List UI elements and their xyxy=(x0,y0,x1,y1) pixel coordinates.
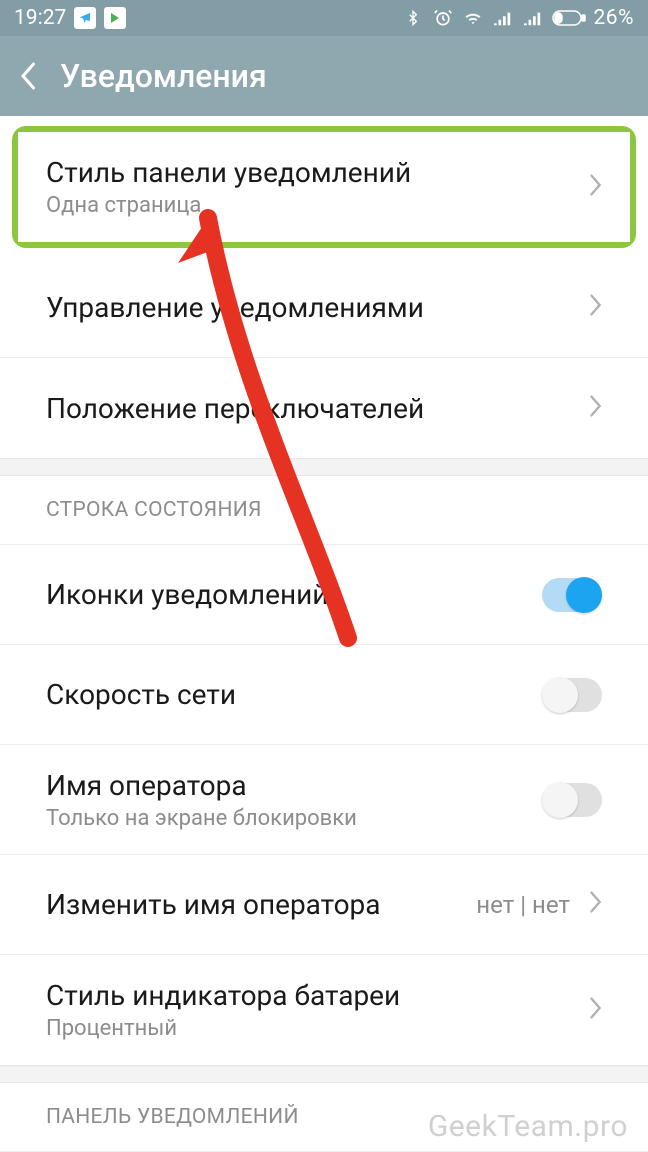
status-time: 19:27 xyxy=(14,6,66,30)
row-value: нет | нет xyxy=(476,891,570,919)
status-left: 19:27 xyxy=(14,6,126,30)
row-text: Иконки уведомлений xyxy=(46,578,542,611)
toggle-notification-icons[interactable] xyxy=(542,578,602,612)
highlight-box: Стиль панели уведомлений Одна страница xyxy=(12,126,636,248)
row-title: Управление уведомлениями xyxy=(46,291,588,324)
chevron-right-icon xyxy=(588,993,602,1028)
row-sub: Одна страница xyxy=(46,193,588,218)
watermark: GeekTeam.pro xyxy=(428,1109,628,1144)
row-title: Стиль индикатора батареи xyxy=(46,979,588,1012)
row-text: Стиль индикатора батареи Процентный xyxy=(46,979,588,1041)
screen: 19:27 xyxy=(0,0,648,1152)
toggle-network-speed[interactable] xyxy=(542,678,602,712)
row-title: Изменить имя оператора xyxy=(46,888,476,921)
row-text: Стиль панели уведомлений Одна страница xyxy=(46,156,588,218)
row-title: Стиль панели уведомлений xyxy=(46,156,588,189)
battery-percent: 26% xyxy=(594,6,635,30)
row-title: Имя оператора xyxy=(46,769,542,802)
row-text: Имя оператора Только на экране блокировк… xyxy=(46,769,542,831)
chevron-right-icon xyxy=(588,391,602,426)
row-text: Изменить имя оператора xyxy=(46,888,476,921)
play-store-icon xyxy=(104,7,126,29)
row-sub: Только на экране блокировки xyxy=(46,806,542,831)
wifi-icon xyxy=(462,7,484,29)
row-network-speed[interactable]: Скорость сети xyxy=(0,645,648,745)
row-sub: Процентный xyxy=(46,1016,588,1041)
list-status-bar: Иконки уведомлений Скорость сети Имя опе… xyxy=(0,545,648,1065)
highlight-wrap: Стиль панели уведомлений Одна страница xyxy=(0,116,648,258)
signal-icon-1 xyxy=(492,7,514,29)
row-text: Скорость сети xyxy=(46,678,542,711)
status-bar: 19:27 xyxy=(0,0,648,36)
row-carrier-name[interactable]: Имя оператора Только на экране блокировк… xyxy=(0,745,648,855)
row-notification-icons[interactable]: Иконки уведомлений xyxy=(0,545,648,645)
page-title: Уведомления xyxy=(60,57,267,95)
bluetooth-icon xyxy=(402,7,424,29)
row-manage-notifications[interactable]: Управление уведомлениями xyxy=(0,258,648,358)
row-toggle-positions[interactable]: Положение переключателей xyxy=(0,358,648,458)
section-header-status-bar: СТРОКА СОСТОЯНИЯ xyxy=(0,476,648,545)
list-main: Управление уведомлениями Положение перек… xyxy=(0,258,648,458)
row-text: Управление уведомлениями xyxy=(46,291,588,324)
telegram-icon xyxy=(74,7,96,29)
row-change-carrier-name[interactable]: Изменить имя оператора нет | нет xyxy=(0,855,648,955)
battery-icon xyxy=(552,7,586,29)
row-title: Скорость сети xyxy=(46,678,542,711)
row-text: Положение переключателей xyxy=(46,392,588,425)
section-gap xyxy=(0,1065,648,1083)
row-title: Положение переключателей xyxy=(46,392,588,425)
section-gap xyxy=(0,458,648,476)
toggle-carrier-name[interactable] xyxy=(542,783,602,817)
chevron-right-icon xyxy=(588,887,602,922)
alarm-icon xyxy=(432,7,454,29)
header: Уведомления xyxy=(0,36,648,116)
signal-icon-2 xyxy=(522,7,544,29)
status-right: 26% xyxy=(402,6,635,30)
back-button[interactable] xyxy=(18,65,40,87)
chevron-right-icon xyxy=(588,290,602,325)
row-title: Иконки уведомлений xyxy=(46,578,542,611)
row-notification-panel-style[interactable]: Стиль панели уведомлений Одна страница xyxy=(18,132,630,242)
row-battery-indicator-style[interactable]: Стиль индикатора батареи Процентный xyxy=(0,955,648,1065)
chevron-right-icon xyxy=(588,170,602,205)
